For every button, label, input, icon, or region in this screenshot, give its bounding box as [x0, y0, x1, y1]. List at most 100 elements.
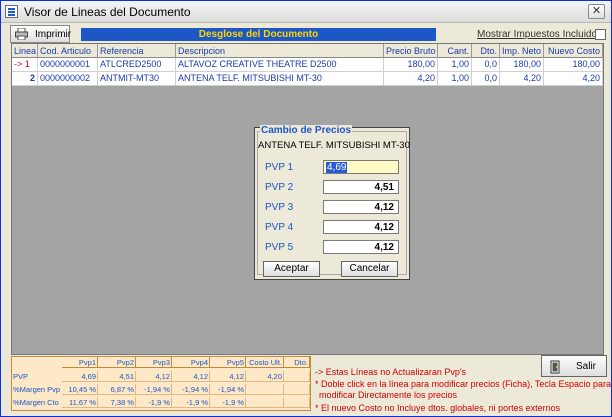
summary-header: Pvp2 [98, 357, 136, 368]
col-header-cost[interactable]: Nuevo Costo [544, 44, 603, 58]
col-header-price[interactable]: Precio Bruto [384, 44, 438, 58]
dialog-product-name: ANTENA TELF. MITSUBISHI MT-30 [258, 140, 410, 151]
cost-cell: 4,20 [544, 72, 603, 85]
note-no-pvp-update: -> Estas Líneas no Actualizaran Pvp's [315, 367, 467, 377]
exit-door-icon [550, 360, 560, 374]
col-header-code[interactable]: Cod. Articulo [38, 44, 98, 58]
pvp1-input[interactable]: 4,69 [323, 160, 399, 174]
summary-cell: 4,51 [98, 371, 136, 382]
printer-icon [15, 28, 28, 40]
grid-header: Linea Cod. Articulo Referencia Descripci… [12, 44, 603, 58]
pvp-label: PVP 3 [265, 202, 294, 213]
net-cell: 4,20 [500, 72, 544, 85]
pvp-row-3: PVP 3 4,12 [265, 200, 405, 215]
summary-cell: -1,9 % [136, 397, 172, 408]
print-label: Imprimir [35, 29, 72, 40]
summary-cell [284, 371, 310, 382]
summary-cell: -1,94 % [210, 384, 246, 395]
document-banner: Desglose del Documento [81, 28, 436, 41]
summary-cell: -1,94 % [172, 384, 210, 395]
app-icon [5, 5, 18, 18]
summary-cell: 11,67 % [62, 397, 98, 408]
summary-row-label: %Margen Cto [13, 398, 59, 407]
pvp1-value: 4,69 [326, 162, 348, 173]
summary-cell [284, 397, 310, 408]
summary-cell: -1,9 % [210, 397, 246, 408]
line-number: 1 [24, 59, 30, 69]
pvp3-input[interactable]: 4,12 [323, 200, 399, 214]
main-window: Visor de Lineas del Documento ✕ Imprimir… [0, 0, 612, 417]
print-button[interactable]: Imprimir [10, 25, 72, 43]
desc-cell: ANTENA TELF. MITSUBISHI MT-30 [176, 72, 384, 85]
table-row[interactable]: -> 1 0000000001 ATLCRED2500 ALTAVOZ CREA… [12, 58, 603, 72]
col-header-dto[interactable]: Dto. [472, 44, 500, 58]
show-taxes-checkbox[interactable] [595, 29, 606, 40]
cancel-button[interactable]: Cancelar [341, 261, 398, 277]
summary-cell [284, 384, 310, 395]
desc-cell: ALTAVOZ CREATIVE THEATRE D2500 [176, 58, 384, 71]
price-change-dialog: Cambio de Precios ANTENA TELF. MITSUBISH… [254, 125, 410, 280]
pvp-row-1: PVP 1 4,69 [265, 160, 405, 175]
summary-header: Pvp4 [172, 357, 210, 368]
dialog-title: Cambio de Precios [260, 125, 353, 136]
show-taxes-label[interactable]: Mostrar Impuestos Incluidos [477, 29, 602, 40]
note-double-click-cont: modificar Directamente los precios [319, 390, 458, 400]
pvp-row-4: PVP 4 4,12 [265, 220, 405, 235]
line-number-text: 2 [29, 73, 35, 83]
summary-cell: 10,45 % [62, 384, 98, 395]
qty-cell: 1,00 [438, 72, 472, 85]
accept-button[interactable]: Aceptar [263, 261, 320, 277]
summary-header: Costo Ult. [246, 357, 284, 368]
col-header-line[interactable]: Linea [12, 44, 38, 58]
summary-cell: 4,20 [246, 371, 284, 382]
row-indicator-cell: -> 1 [12, 58, 38, 71]
net-cell: 180,00 [500, 58, 544, 71]
col-header-qty[interactable]: Cant. [438, 44, 472, 58]
pvp-label: PVP 1 [265, 162, 294, 173]
col-header-desc[interactable]: Descripcion [176, 44, 384, 58]
col-header-net[interactable]: Imp. Neto [500, 44, 544, 58]
summary-cell: -1,94 % [136, 384, 172, 395]
summary-header: Pvp1 [62, 357, 98, 368]
summary-cell: 4,12 [210, 371, 246, 382]
pvp-row-2: PVP 2 4,51 [265, 180, 405, 195]
dto-cell: 0,0 [472, 72, 500, 85]
price-cell: 180,00 [384, 58, 438, 71]
qty-cell: 1,00 [438, 58, 472, 71]
margin-summary-table: Pvp1 Pvp2 Pvp3 Pvp4 Pvp5 Costo Ult. Dto.… [11, 356, 311, 411]
pvp-label: PVP 5 [265, 242, 294, 253]
pvp2-input[interactable]: 4,51 [323, 180, 399, 194]
summary-cell: 4,12 [172, 371, 210, 382]
summary-row-label: %Margen Pvp [13, 385, 61, 394]
row-indicator: -> [14, 59, 23, 69]
exit-button[interactable]: Salir [541, 355, 607, 377]
summary-header: Dto. [284, 357, 310, 368]
note-double-click: * Doble click en la línea para modificar… [315, 379, 611, 389]
summary-row-label: PVP [13, 372, 29, 381]
pvp4-input[interactable]: 4,12 [323, 220, 399, 234]
code-cell: 0000000002 [38, 72, 98, 85]
cost-cell: 180,00 [544, 58, 603, 71]
summary-header: Pvp3 [136, 357, 172, 368]
ref-cell: ATLCRED2500 [98, 58, 176, 71]
exit-label: Salir [576, 361, 597, 372]
summary-cell: 7,38 % [98, 397, 136, 408]
dto-cell: 0,0 [472, 58, 500, 71]
note-cost-excludes: * El nuevo Costo no Incluye dtos. global… [315, 403, 561, 413]
close-button[interactable]: ✕ [588, 4, 605, 19]
ref-cell: ANTMIT-MT30 [98, 72, 176, 85]
pvp-label: PVP 4 [265, 222, 294, 233]
window-title: Visor de Lineas del Documento [24, 5, 191, 19]
price-cell: 4,20 [384, 72, 438, 85]
code-cell: 0000000001 [38, 58, 98, 71]
summary-cell: 6,87 % [98, 384, 136, 395]
table-row[interactable]: 2 0000000002 ANTMIT-MT30 ANTENA TELF. MI… [12, 72, 603, 86]
summary-cell: -1,9 % [172, 397, 210, 408]
summary-cell [246, 384, 284, 395]
col-header-ref[interactable]: Referencia [98, 44, 176, 58]
summary-cell: 4,12 [136, 371, 172, 382]
title-bar[interactable]: Visor de Lineas del Documento ✕ [1, 1, 611, 23]
pvp5-input[interactable]: 4,12 [323, 240, 399, 254]
summary-header: Pvp5 [210, 357, 246, 368]
line-number: 2 [12, 72, 38, 85]
